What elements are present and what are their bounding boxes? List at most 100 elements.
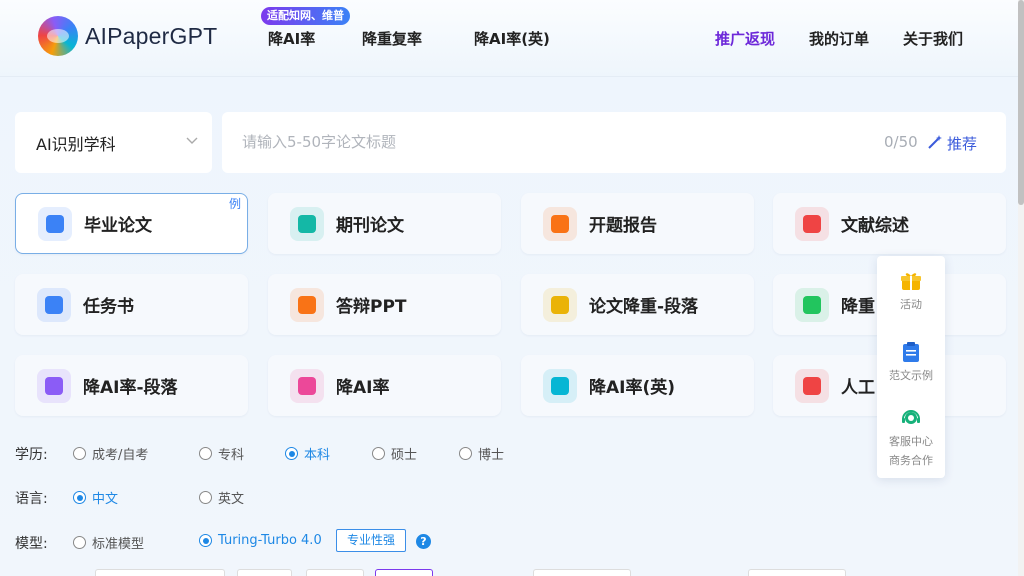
feature-card[interactable]: 降AI率 — [268, 355, 501, 416]
education-option-master[interactable]: 硕士 — [372, 444, 417, 463]
feature-card-label: 论文降重-段落 — [589, 297, 699, 317]
samples-label: 范文示例 — [889, 369, 933, 382]
rewrite-icon — [543, 287, 577, 322]
floating-side-panel: 活动 范文示例 客服中心 商务合作 — [877, 256, 945, 478]
bottom-control-4[interactable] — [375, 569, 433, 576]
feature-card-label: 人工 — [841, 378, 875, 398]
feature-card-label: 降AI率 — [336, 378, 390, 398]
chevron-down-icon — [186, 134, 198, 148]
feature-card[interactable]: 期刊论文 — [268, 193, 501, 254]
feature-card-label: 文献综述 — [841, 216, 909, 236]
ai-reduce-paragraph-icon — [37, 368, 71, 403]
dedupe-icon — [795, 287, 829, 322]
feature-card[interactable]: 文献综述 — [773, 193, 1006, 254]
ai-reduce-icon — [290, 368, 324, 403]
radio-label: 本科 — [304, 448, 331, 463]
title-input[interactable] — [242, 130, 842, 154]
feature-card[interactable]: 任务书 — [15, 274, 248, 335]
radio-icon — [372, 447, 385, 460]
radio-icon — [199, 447, 212, 460]
language-option-chinese[interactable]: 中文 — [73, 488, 118, 507]
subject-select[interactable]: AI识别学科 — [15, 112, 212, 173]
feature-card[interactable]: 降AI率(英) — [521, 355, 754, 416]
bottom-control-2[interactable] — [237, 569, 292, 576]
radio-label: 成考/自考 — [92, 448, 149, 463]
headset-icon — [900, 407, 922, 429]
professional-tag: 专业性强 — [336, 529, 407, 552]
subject-select-value: AI识别学科 — [36, 134, 116, 154]
magic-wand-icon — [927, 134, 943, 154]
language-option-english[interactable]: 英文 — [199, 488, 244, 507]
help-icon[interactable]: ? — [416, 534, 431, 549]
education-label: 学历: — [15, 447, 48, 463]
recommend-label: 推荐 — [947, 135, 978, 153]
business-cooperation-label: 商务合作 — [889, 454, 933, 467]
radio-icon — [199, 491, 212, 504]
activity-label: 活动 — [900, 298, 922, 311]
feature-card-label: 毕业论文 — [84, 216, 152, 236]
scrollbar-thumb[interactable] — [1018, 0, 1024, 205]
radio-icon — [73, 536, 86, 549]
top-header: AIPaperGPT 适配知网、维普 降AI率 降重复率 降AI率(英) 推广返… — [0, 0, 1024, 77]
customer-service-button[interactable]: 客服中心 商务合作 — [877, 407, 945, 468]
journal-icon — [290, 206, 324, 241]
nav-reduce-duplicate[interactable]: 降重复率 — [362, 28, 422, 49]
radio-label: Turing-Turbo 4.0 — [218, 533, 322, 548]
adapt-badge: 适配知网、维普 — [261, 7, 350, 25]
radio-checked-icon — [73, 491, 86, 504]
ppt-icon — [290, 287, 324, 322]
radio-label: 专科 — [218, 448, 245, 463]
title-input-box: 0/50 推荐 — [222, 112, 1006, 173]
feature-card[interactable]: 毕业论文 例 — [15, 193, 248, 254]
model-label: 模型: — [15, 536, 48, 552]
education-option-bachelor[interactable]: 本科 — [285, 444, 330, 463]
review-icon — [795, 206, 829, 241]
language-label: 语言: — [15, 491, 48, 507]
graduation-cap-icon — [38, 206, 72, 241]
nav-reduce-ai-en[interactable]: 降AI率(英) — [474, 28, 550, 49]
feature-card-label: 开题报告 — [589, 216, 657, 236]
logo-text: AIPaperGPT — [85, 22, 218, 49]
bottom-control-1[interactable] — [95, 569, 225, 576]
samples-button[interactable]: 范文示例 — [877, 341, 945, 383]
bottom-control-5[interactable] — [533, 569, 631, 576]
bottom-control-6[interactable] — [748, 569, 846, 576]
radio-checked-icon — [199, 534, 212, 547]
feature-card-label: 降AI率-段落 — [83, 378, 178, 398]
radio-icon — [73, 447, 86, 460]
bottom-control-3[interactable] — [306, 569, 364, 576]
logo-icon — [38, 16, 78, 56]
activity-button[interactable]: 活动 — [877, 270, 945, 312]
education-option-junior-college[interactable]: 专科 — [199, 444, 244, 463]
feature-card-label: 答辩PPT — [336, 297, 407, 317]
education-option-doctor[interactable]: 博士 — [459, 444, 504, 463]
report-icon — [543, 206, 577, 241]
radio-label: 硕士 — [391, 448, 418, 463]
model-option-turing-turbo[interactable]: Turing-Turbo 4.0 — [199, 533, 322, 548]
education-option-adult[interactable]: 成考/自考 — [73, 444, 148, 463]
radio-label: 博士 — [478, 448, 505, 463]
model-option-standard[interactable]: 标准模型 — [73, 533, 144, 552]
logo[interactable]: AIPaperGPT — [38, 16, 217, 56]
feature-card-label: 期刊论文 — [336, 216, 404, 236]
nav-reduce-ai[interactable]: 降AI率 — [268, 28, 315, 49]
ai-reduce-en-icon — [543, 368, 577, 403]
feature-card-label: 降重 — [841, 297, 875, 317]
task-book-icon — [37, 287, 71, 322]
feature-card[interactable]: 答辩PPT — [268, 274, 501, 335]
radio-label: 中文 — [92, 492, 119, 507]
recommend-button[interactable]: 推荐 — [927, 133, 977, 154]
feature-card[interactable]: 降AI率-段落 — [15, 355, 248, 416]
nav-my-orders[interactable]: 我的订单 — [809, 28, 869, 49]
nav-about-us[interactable]: 关于我们 — [903, 28, 963, 49]
gift-icon — [900, 270, 922, 292]
char-counter: 0/50 — [884, 133, 918, 151]
example-link[interactable]: 例 — [229, 195, 241, 212]
feature-card[interactable]: 论文降重-段落 — [521, 274, 754, 335]
radio-checked-icon — [285, 447, 298, 460]
nav-promotion[interactable]: 推广返现 — [715, 28, 775, 49]
service-center-label: 客服中心 — [889, 435, 933, 448]
feature-card[interactable]: 开题报告 — [521, 193, 754, 254]
page-scrollbar[interactable] — [1018, 0, 1024, 576]
feature-card-label: 降AI率(英) — [589, 378, 676, 398]
